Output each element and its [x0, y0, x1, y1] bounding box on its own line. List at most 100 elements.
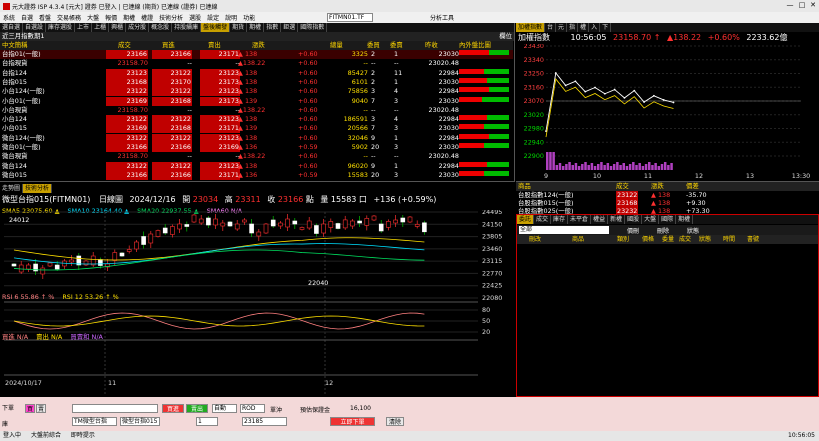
column-header[interactable]: 委買 — [367, 41, 380, 50]
watchlist-row[interactable]: 台指015 23168 23170 23173 ▲ 138 +0.60 6101 2 1 2303… — [0, 77, 513, 87]
orders-tab[interactable]: 委託 — [517, 215, 535, 224]
column-header[interactable]: 漲跌 — [252, 41, 265, 50]
index-tab[interactable]: 入 — [589, 23, 601, 32]
watchlist-tab[interactable]: 盤後觸發 — [201, 23, 231, 32]
contract-select[interactable]: 微型台指015 — [120, 417, 160, 426]
buy-button[interactable]: 買進 — [162, 404, 184, 413]
menu-item[interactable]: 說明 — [222, 13, 240, 22]
menu-item[interactable]: 大盤 — [84, 13, 102, 22]
index-tab[interactable]: 元 — [556, 23, 568, 32]
watchlist-tab[interactable]: 成分股 — [126, 23, 150, 32]
watchlist-tab[interactable]: 庫存選股 — [46, 23, 76, 32]
column-header[interactable]: 成交 — [118, 41, 131, 50]
price-input[interactable]: 23185 — [242, 417, 287, 426]
status-mid1[interactable]: 大盤前綜合 — [31, 432, 61, 439]
spread-row[interactable]: 台股指數124(一般) 23122 ▲ 138 -35.70 — [516, 191, 819, 199]
watchlist-row[interactable]: 小台015 23169 23168 23171 ▲ 139 +0.60 20566 7 3 230… — [0, 124, 513, 134]
columns-button[interactable]: 欄位 — [499, 32, 512, 41]
watchlist-row[interactable]: 台指01(一般) 23166 23166 23171 ▲ 138 +0.60 3325 2 1 2… — [0, 50, 513, 59]
orders-col-header[interactable]: 類別 — [617, 235, 629, 244]
watchlist-tab[interactable]: 鉅選 — [281, 23, 299, 32]
order-status-select[interactable]: 狀態 — [687, 226, 699, 235]
qty-input[interactable]: 1 — [196, 417, 218, 426]
symbol-search-input[interactable]: FITMN01.TF — [327, 13, 373, 22]
menu-item[interactable]: 選股 — [186, 13, 204, 22]
watchlist-row[interactable]: 小台01(一般) 23169 23168 23173 ▲ 139 +0.60 9040 7 3 2… — [0, 96, 513, 106]
watchlist-row[interactable]: 微台現貨 23158.70 -- -- ▲138.22 +0.60 -- -- -- 23020.… — [0, 152, 513, 161]
orders-tab[interactable]: 庫存 — [551, 215, 569, 224]
rod-select[interactable]: ROD — [240, 404, 265, 413]
menu-item[interactable]: 功能 — [240, 13, 258, 22]
menu-item[interactable]: 交易帳務 — [54, 13, 84, 22]
orders-col-header[interactable]: 委量 — [662, 235, 674, 244]
watchlist-row[interactable]: 小台124 23122 23122 23123 ▲ 138 +0.60 186591 3 4 22… — [0, 115, 513, 125]
orders-tab[interactable]: 權益 — [591, 215, 609, 224]
index-tab[interactable]: 台 — [545, 23, 557, 32]
orders-tab[interactable]: 國際 — [659, 215, 677, 224]
watchlist-tab[interactable]: 上櫃 — [92, 23, 110, 32]
chart-tab[interactable]: 技術分析 — [23, 184, 53, 193]
orders-tab[interactable]: 新權 — [608, 215, 626, 224]
analysis-tools-menu[interactable]: 分析工具 — [430, 13, 454, 22]
watchlist-tab[interactable]: 國際指數 — [298, 23, 328, 32]
watchlist-tab[interactable]: 指數 — [264, 23, 282, 32]
orders-col-header[interactable]: 刪改 — [529, 235, 541, 244]
menu-item[interactable]: 技術分析 — [156, 13, 186, 22]
watchlist-row[interactable]: 微台124 23122 23122 23123 ▲ 138 +0.60 96020 9 1 229… — [0, 161, 513, 171]
order-delete-button[interactable]: 刪除 — [657, 226, 669, 235]
column-header[interactable]: 中文簡稱 — [2, 41, 28, 50]
watchlist-row[interactable]: 微台124(一般) 23122 23122 23123 ▲ 138 +0.60 32046 9… — [0, 133, 513, 143]
watchlist-row[interactable]: 台指現貨 23158.70 -- -- ▲138.22 +0.60 -- -- -- 23020.… — [0, 59, 513, 68]
index-tab[interactable]: 加權指數 — [516, 23, 546, 32]
watchlist-tab[interactable]: 概念股 — [149, 23, 173, 32]
column-header[interactable]: 買進 — [162, 41, 175, 50]
column-header[interactable]: 內外盤比圖 — [459, 41, 491, 50]
order-modify-button[interactable]: 價刪 — [627, 226, 639, 235]
menu-item[interactable]: 看盤 — [36, 13, 54, 22]
index-tab[interactable]: 權 — [578, 23, 590, 32]
status-mid2[interactable]: 即時提示 — [71, 432, 95, 439]
menu-item[interactable]: 權證 — [138, 13, 156, 22]
watchlist-tab[interactable]: 持股續庫 — [172, 23, 202, 32]
price-type-select[interactable]: 自動 — [212, 404, 237, 413]
column-header[interactable]: 委賣 — [390, 41, 403, 50]
orders-tab[interactable]: 國股 — [625, 215, 643, 224]
menu-item[interactable]: 報價 — [102, 13, 120, 22]
orders-tab[interactable]: 期權 — [676, 215, 694, 224]
index-tab[interactable]: 下 — [600, 23, 612, 32]
daytrade-checkbox[interactable]: 單沖 — [270, 405, 282, 414]
close-button[interactable]: ✕ — [808, 1, 818, 10]
column-header[interactable]: 總量 — [330, 41, 343, 50]
watchlist-tab[interactable]: 自選設 — [23, 23, 47, 32]
watchlist-tab[interactable]: 上市 — [75, 23, 93, 32]
menu-item[interactable]: 系統 — [0, 13, 18, 22]
watchlist-tab[interactable]: 期貨 — [230, 23, 248, 32]
orders-col-header[interactable]: 狀態 — [699, 235, 711, 244]
orders-col-header[interactable]: 時間 — [723, 235, 735, 244]
index-tab[interactable]: 指 — [567, 23, 579, 32]
watchlist-row[interactable]: 小台124(一般) 23122 23122 23123 ▲ 138 +0.60 75856 3… — [0, 87, 513, 97]
buy-toggle[interactable]: 買 — [25, 404, 35, 413]
orders-col-header[interactable]: 書號 — [747, 235, 759, 244]
watchlist-tab[interactable]: 期權 — [247, 23, 265, 32]
clear-button[interactable]: 清除 — [386, 417, 404, 426]
orders-tab[interactable]: 成交 — [534, 215, 552, 224]
watchlist-row[interactable]: 小台現貨 23158.70 -- -- ▲138.22 +0.60 -- -- -- 23020.… — [0, 106, 513, 115]
orders-tab[interactable]: 未平倉 — [568, 215, 592, 224]
spread-row[interactable]: 台股指數025(一般) 23232 ▲ 138 +73.30 — [516, 207, 819, 214]
column-header[interactable]: 昨收 — [425, 41, 438, 50]
sell-toggle[interactable]: 賣 — [36, 404, 46, 413]
orders-col-header[interactable]: 價格 — [642, 235, 654, 244]
sell-button[interactable]: 賣出 — [186, 404, 208, 413]
orders-tab[interactable]: 大盤 — [642, 215, 660, 224]
product-select[interactable]: TM微型台指 — [72, 417, 117, 426]
column-header[interactable]: 賣出 — [208, 41, 221, 50]
account-select[interactable] — [72, 404, 158, 413]
watchlist-tab[interactable]: 興櫃 — [109, 23, 127, 32]
watchlist-row[interactable]: 台指124 23123 23122 23123 ▲ 138 +0.60 85427 2 11 22… — [0, 68, 513, 78]
orders-col-header[interactable]: 商品 — [572, 235, 584, 244]
chart-tab[interactable]: 走勢圖 — [0, 184, 24, 193]
menu-item[interactable]: 期權 — [120, 13, 138, 22]
menu-item[interactable]: 自選 — [18, 13, 36, 22]
minimize-button[interactable]: — — [785, 1, 795, 10]
